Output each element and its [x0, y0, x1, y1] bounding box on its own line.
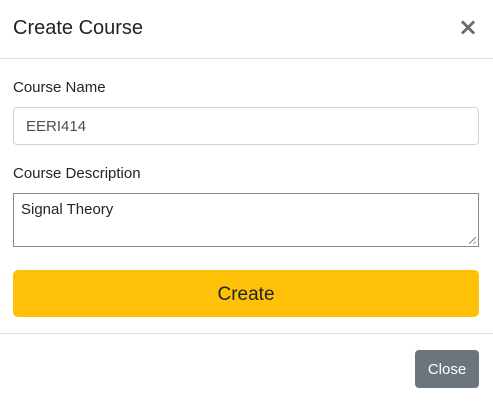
modal-footer: Close	[0, 333, 493, 401]
create-button[interactable]: Create	[13, 270, 479, 317]
resize-grip-icon[interactable]	[469, 237, 476, 244]
close-button[interactable]: Close	[415, 350, 479, 388]
course-description-textarea[interactable]: Signal Theory	[13, 193, 479, 247]
modal-title: Create Course	[13, 17, 144, 39]
course-description-text: Signal Theory	[21, 201, 114, 218]
create-course-modal: Create Course × Course Name Course Descr…	[0, 0, 493, 401]
course-name-input[interactable]	[13, 107, 479, 145]
close-icon[interactable]: ×	[458, 13, 478, 41]
course-description-label: Course Description	[13, 165, 141, 182]
course-name-label: Course Name	[13, 79, 106, 96]
modal-header: Create Course ×	[0, 0, 493, 59]
